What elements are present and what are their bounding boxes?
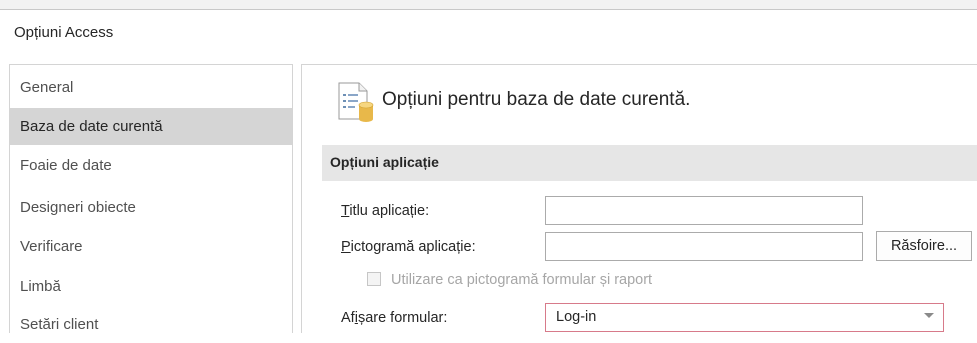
panel-heading: Opțiuni pentru baza de date curentă. — [382, 89, 691, 110]
sidebar-item-object-designers[interactable]: Designeri obiecte — [10, 189, 292, 226]
database-options-icon — [338, 82, 374, 122]
display-form-label-text: șare formular: — [357, 310, 448, 326]
chevron-down-icon — [924, 313, 934, 318]
sidebar-item-proofing[interactable]: Verificare — [10, 228, 292, 265]
use-as-form-icon-checkbox[interactable] — [367, 272, 381, 286]
sidebar-item-general[interactable]: General — [10, 69, 292, 106]
app-title-label-text: itlu aplicație: — [349, 203, 430, 219]
app-title-label: Titlu aplicație: — [341, 203, 429, 219]
section-header: Opțiuni aplicație — [322, 145, 977, 181]
app-icon-label-text: ictogramă aplicație: — [350, 239, 476, 255]
app-icon-input[interactable] — [545, 232, 863, 261]
app-title-input[interactable] — [545, 196, 863, 225]
window-top-border — [0, 9, 977, 10]
display-form-label: Afișare formular: — [341, 310, 447, 326]
app-icon-label: Pictogramă aplicație: — [341, 239, 476, 255]
display-form-select[interactable]: Log-in — [545, 303, 944, 332]
use-as-form-icon-label: Utilizare ca pictogramă formular și rapo… — [391, 272, 653, 288]
app-icon-accesskey: P — [341, 239, 351, 255]
sidebar-item-client-settings[interactable]: Setări client — [10, 306, 292, 343]
sidebar-item-current-database[interactable]: Baza de date curentă — [10, 108, 292, 145]
dialog-title: Opțiuni Access — [14, 24, 114, 41]
display-form-value: Log-in — [556, 309, 597, 325]
options-sidebar: General Baza de date curentă Foaie de da… — [9, 64, 293, 333]
browse-button[interactable]: Răsfoire... — [876, 231, 972, 261]
section-title: Opțiuni aplicație — [330, 154, 439, 170]
display-form-label-pre: Af — [341, 310, 355, 326]
sidebar-item-datasheet[interactable]: Foaie de date — [10, 147, 292, 184]
sidebar-item-language[interactable]: Limbă — [10, 268, 292, 305]
